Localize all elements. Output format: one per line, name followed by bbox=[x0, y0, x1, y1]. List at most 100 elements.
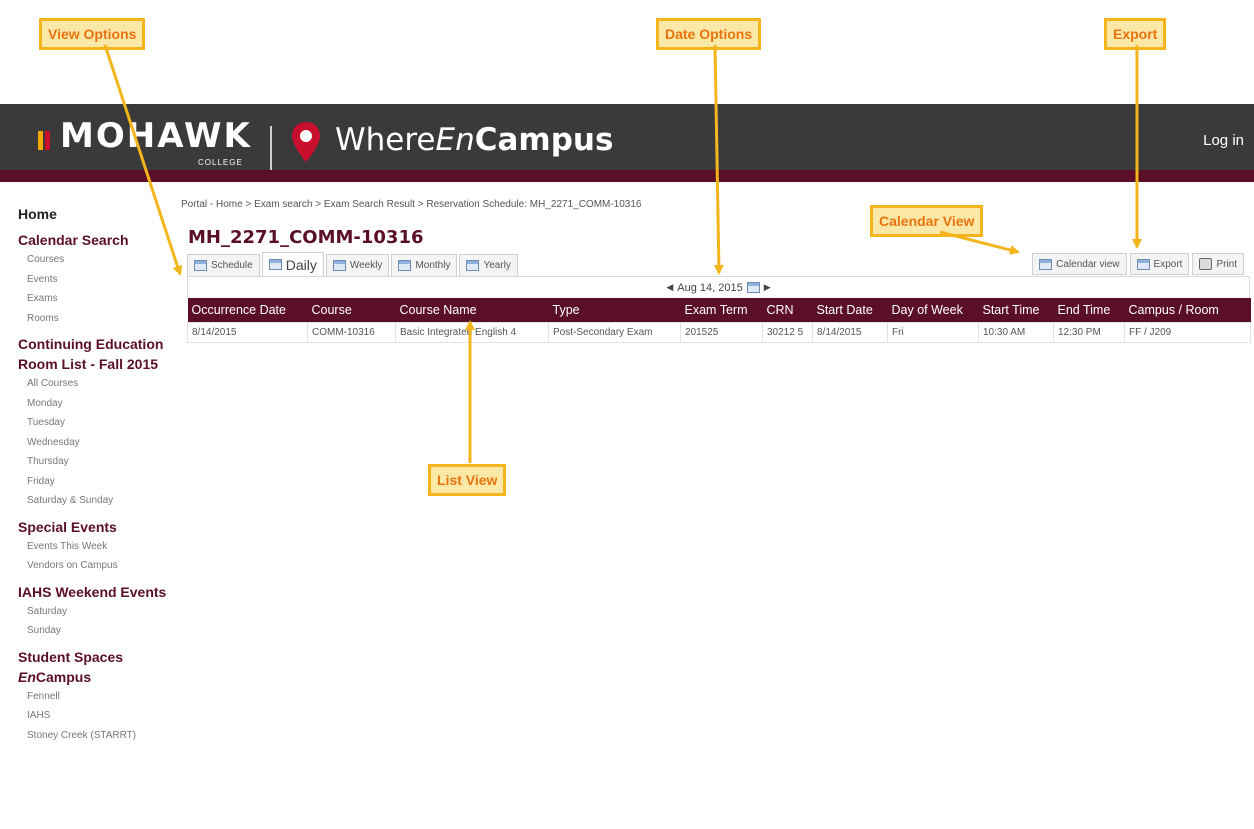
sidebar-item-exams[interactable]: Exams bbox=[18, 289, 168, 309]
wherencampus-brand: WhereEnCampus bbox=[335, 122, 613, 158]
tab-daily-label: Daily bbox=[285, 256, 317, 273]
tab-yearly[interactable]: Yearly bbox=[459, 254, 518, 276]
table-cell: 12:30 PM bbox=[1053, 321, 1125, 343]
sidebar-item-stoney-creek[interactable]: Stoney Creek (STARRT) bbox=[18, 726, 168, 746]
view-options-callout: View Options bbox=[39, 18, 146, 50]
sidebar-item-all-courses[interactable]: All Courses bbox=[18, 374, 168, 394]
date-options-callout: Date Options bbox=[656, 18, 762, 50]
calendar-view-button[interactable]: Calendar view bbox=[1032, 253, 1127, 275]
calendar-month-icon bbox=[398, 260, 412, 271]
schedule-icon bbox=[194, 260, 207, 271]
table-cell: 10:30 AM bbox=[978, 321, 1054, 343]
site-header: MOHAWK COLLEGE WhereEnCampus Log in bbox=[0, 104, 1254, 182]
tab-weekly[interactable]: Weekly bbox=[325, 254, 390, 276]
sidebar-item-friday[interactable]: Friday bbox=[18, 472, 168, 492]
sidebar-item-courses[interactable]: Courses bbox=[18, 250, 168, 270]
printer-icon bbox=[1199, 258, 1213, 270]
sidebar-home-link[interactable]: Home bbox=[18, 204, 168, 224]
brand-en: En bbox=[435, 122, 475, 158]
sidebar-item-tuesday[interactable]: Tuesday bbox=[18, 413, 168, 433]
header-divider bbox=[270, 126, 272, 170]
table-cell: Post-Secondary Exam bbox=[548, 321, 681, 343]
login-link[interactable]: Log in bbox=[1203, 132, 1244, 149]
column-header[interactable]: Course bbox=[307, 298, 396, 322]
column-header[interactable]: Exam Term bbox=[680, 298, 763, 322]
calendar-year-icon bbox=[466, 260, 480, 271]
page-title: MH_2271_COMM-10316 bbox=[188, 227, 424, 248]
map-pin-icon bbox=[292, 122, 320, 162]
sidebar-item-monday[interactable]: Monday bbox=[18, 394, 168, 414]
mohawk-logo-icon bbox=[38, 131, 52, 154]
table-cell: 30212 5 bbox=[762, 321, 813, 343]
column-header[interactable]: Start Date bbox=[812, 298, 888, 322]
print-button[interactable]: Print bbox=[1192, 253, 1244, 275]
calendar-view-label: Calendar view bbox=[1056, 258, 1120, 270]
sidebar-heading-calendar-search: Calendar Search bbox=[18, 232, 129, 248]
date-picker-icon[interactable] bbox=[746, 282, 760, 293]
mohawk-logo-subtext: COLLEGE bbox=[198, 158, 243, 167]
sidebar-item-iahs[interactable]: IAHS bbox=[18, 706, 168, 726]
column-header[interactable]: Occurrence Date bbox=[187, 298, 308, 322]
tab-daily[interactable]: Daily bbox=[261, 252, 324, 276]
table-cell: 8/14/2015 bbox=[812, 321, 888, 343]
column-header[interactable]: Campus / Room bbox=[1124, 298, 1251, 322]
sidebar-heading-special-events: Special Events bbox=[18, 518, 117, 535]
table-cell: FF / J209 bbox=[1124, 321, 1251, 343]
results-table: Occurrence Date Course Course Name Type … bbox=[187, 298, 1251, 343]
calendar-week-icon bbox=[332, 260, 346, 271]
sidebar-item-saturday[interactable]: Saturday bbox=[18, 602, 168, 622]
date-navigator: ◀ Aug 14, 2015 ▶ bbox=[187, 276, 1250, 298]
sidebar-heading-iahs-weekend: IAHS Weekend Events bbox=[18, 583, 167, 600]
sidebar-item-fennell[interactable]: Fennell bbox=[18, 687, 168, 707]
sidebar-heading-continuing-education: Continuing Education Room List - Fall 20… bbox=[18, 336, 164, 372]
previous-date-arrow-icon[interactable]: ◀ bbox=[666, 282, 673, 293]
current-date: Aug 14, 2015 bbox=[677, 281, 743, 294]
tab-schedule[interactable]: Schedule bbox=[187, 254, 260, 276]
table-cell: 8/14/2015 bbox=[187, 321, 308, 343]
column-header[interactable]: Start Time bbox=[978, 298, 1054, 322]
table-cell: Fri bbox=[887, 321, 979, 343]
tab-yearly-label: Yearly bbox=[483, 260, 511, 271]
student-spaces-campus: Campus bbox=[35, 668, 92, 685]
table-cell: COMM-10316 bbox=[307, 321, 396, 343]
brand-campus: Campus bbox=[474, 122, 614, 158]
sidebar-item-rooms[interactable]: Rooms bbox=[18, 309, 168, 329]
column-header[interactable]: Type bbox=[548, 298, 681, 322]
calendar-icon bbox=[1039, 258, 1053, 270]
table-header-row: Occurrence Date Course Course Name Type … bbox=[187, 298, 1251, 322]
column-header[interactable]: Course Name bbox=[395, 298, 549, 322]
tab-weekly-label: Weekly bbox=[349, 260, 383, 271]
mohawk-logo-text: MOHAWK bbox=[60, 116, 252, 156]
sidebar-item-thursday[interactable]: Thursday bbox=[18, 452, 168, 472]
table-cell: 201525 bbox=[680, 321, 763, 343]
sidebar-item-events[interactable]: Events bbox=[18, 270, 168, 290]
calendar-view-callout: Calendar View bbox=[870, 205, 984, 237]
list-view-callout: List View bbox=[428, 464, 507, 496]
tab-schedule-label: Schedule bbox=[211, 260, 253, 271]
sidebar-item-saturday-sunday[interactable]: Saturday & Sunday bbox=[18, 491, 168, 511]
view-tabs: Schedule Daily Weekly Monthly Yearly bbox=[187, 252, 520, 276]
export-callout: Export bbox=[1104, 18, 1167, 50]
export-label: Export bbox=[1153, 258, 1183, 270]
table-row[interactable]: 8/14/2015 COMM-10316 Basic Integrated En… bbox=[187, 321, 1251, 343]
print-label: Print bbox=[1216, 258, 1237, 270]
column-header[interactable]: Day of Week bbox=[887, 298, 979, 322]
export-icon bbox=[1136, 258, 1150, 270]
next-date-arrow-icon[interactable]: ▶ bbox=[764, 282, 771, 293]
column-header[interactable]: CRN bbox=[762, 298, 813, 322]
tab-monthly-label: Monthly bbox=[415, 260, 451, 271]
student-spaces-label: Student Spaces bbox=[18, 648, 124, 665]
sidebar-item-vendors-on-campus[interactable]: Vendors on Campus bbox=[18, 556, 168, 576]
student-spaces-en: En bbox=[18, 668, 36, 685]
sidebar-heading-student-spaces: Student Spaces EnCampus bbox=[18, 647, 168, 687]
sidebar-item-sunday[interactable]: Sunday bbox=[18, 621, 168, 641]
table-cell: Basic Integrated English 4 bbox=[395, 321, 549, 343]
tab-monthly[interactable]: Monthly bbox=[391, 254, 458, 276]
sidebar-item-events-this-week[interactable]: Events This Week bbox=[18, 537, 168, 557]
sidebar-item-wednesday[interactable]: Wednesday bbox=[18, 433, 168, 453]
action-buttons: Calendar view Export Print bbox=[1029, 253, 1244, 275]
calendar-day-icon bbox=[268, 259, 282, 270]
column-header[interactable]: End Time bbox=[1053, 298, 1125, 322]
breadcrumb[interactable]: Portal - Home > Exam search > Exam Searc… bbox=[181, 199, 642, 210]
export-button[interactable]: Export bbox=[1129, 253, 1190, 275]
